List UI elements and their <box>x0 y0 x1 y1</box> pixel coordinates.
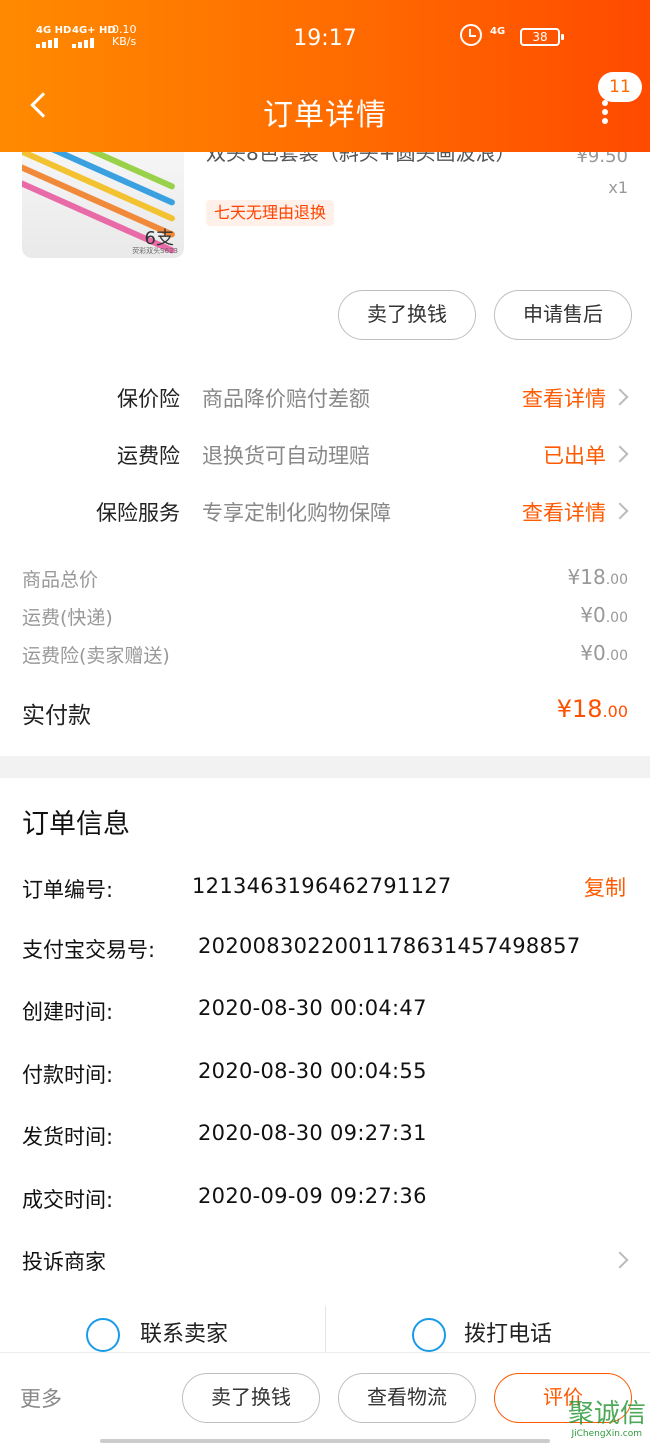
view-logistics-button[interactable]: 查看物流 <box>338 1373 476 1423</box>
deal-time-value: 2020-09-09 09:27:36 <box>198 1184 427 1208</box>
battery-icon: 38 <box>520 28 564 46</box>
watermark-url: JiChengXin.com <box>571 1429 642 1439</box>
cost-label: 运费险(卖家赠送) <box>22 645 170 667</box>
shipped-time-label: 发货时间: <box>22 1125 114 1149</box>
cost-label: 商品总价 <box>22 569 99 591</box>
watermark-logo: 聚诚信 <box>567 1399 646 1429</box>
cost-value: ¥0.00 <box>580 603 628 627</box>
phone-icon <box>412 1318 446 1352</box>
chevron-right-icon <box>611 388 629 406</box>
bottom-action-bar: 更多 卖了换钱 查看物流 评价 聚诚信 JiChengXin.com <box>0 1352 650 1444</box>
app-header: 4G HD 4G+ HD 0.10 KB/s 19:17 4G 38 订单详情 … <box>0 0 650 152</box>
insurance-label: 运费险 <box>117 444 180 468</box>
order-info-title: 订单信息 <box>22 809 130 840</box>
order-number-value: 1213463196462791127 <box>192 874 452 898</box>
chevron-right-icon <box>611 445 629 463</box>
alarm-icon <box>460 24 482 46</box>
paid-amount: ¥18.00 <box>556 695 628 723</box>
return-policy-tag: 七天无理由退换 <box>206 200 335 226</box>
cost-label: 运费(快递) <box>22 607 113 629</box>
more-menu-icon[interactable] <box>602 100 608 124</box>
shipped-time-value: 2020-08-30 09:27:31 <box>198 1121 427 1145</box>
product-thumbnail[interactable]: 6支 荧彩双头S623 <box>22 140 184 258</box>
thumb-model-label: 荧彩双头S623 <box>132 247 178 255</box>
alipay-trade-label: 支付宝交易号: <box>22 938 156 962</box>
sell-button[interactable]: 卖了换钱 <box>338 290 476 340</box>
created-time-label: 创建时间: <box>22 1000 114 1024</box>
cost-value: ¥0.00 <box>580 641 628 665</box>
paid-time-label: 付款时间: <box>22 1063 114 1087</box>
status-bar: 4G HD 4G+ HD 0.10 KB/s 19:17 4G 38 <box>0 22 650 54</box>
insurance-desc: 专享定制化购物保障 <box>202 501 391 525</box>
network-type: 4G <box>490 26 506 37</box>
insurance-desc: 商品降价赔付差额 <box>202 387 370 411</box>
insurance-desc: 退换货可自动理赔 <box>202 444 370 468</box>
sell-button-bottom[interactable]: 卖了换钱 <box>182 1373 320 1423</box>
page-title: 订单详情 <box>263 98 387 133</box>
after-sale-button[interactable]: 申请售后 <box>494 290 632 340</box>
more-button[interactable]: 更多 <box>20 1383 62 1413</box>
divider <box>325 1306 326 1352</box>
chevron-right-icon <box>611 1251 629 1269</box>
message-count-badge[interactable]: 11 <box>598 72 642 102</box>
paid-time-value: 2020-08-30 00:04:55 <box>198 1059 427 1083</box>
order-number-label: 订单编号: <box>22 878 114 902</box>
home-indicator[interactable] <box>100 1439 550 1443</box>
cost-value: ¥18.00 <box>567 565 628 589</box>
complaint-label[interactable]: 投诉商家 <box>22 1246 106 1276</box>
view-details-link[interactable]: 查看详情 <box>522 383 606 413</box>
chevron-right-icon <box>611 502 629 520</box>
product-quantity: x1 <box>608 178 628 197</box>
issued-link[interactable]: 已出单 <box>543 440 606 470</box>
alipay-trade-value: 2020083022001178631457498857 <box>198 934 581 958</box>
view-details-link[interactable]: 查看详情 <box>522 497 606 527</box>
paid-label: 实付款 <box>22 703 91 729</box>
deal-time-label: 成交时间: <box>22 1188 114 1212</box>
chat-smile-icon <box>86 1318 120 1352</box>
section-divider <box>0 756 650 778</box>
insurance-label: 保价险 <box>117 387 180 411</box>
insurance-label: 保险服务 <box>96 501 180 525</box>
created-time-value: 2020-08-30 00:04:47 <box>198 996 427 1020</box>
copy-button[interactable]: 复制 <box>584 872 626 902</box>
